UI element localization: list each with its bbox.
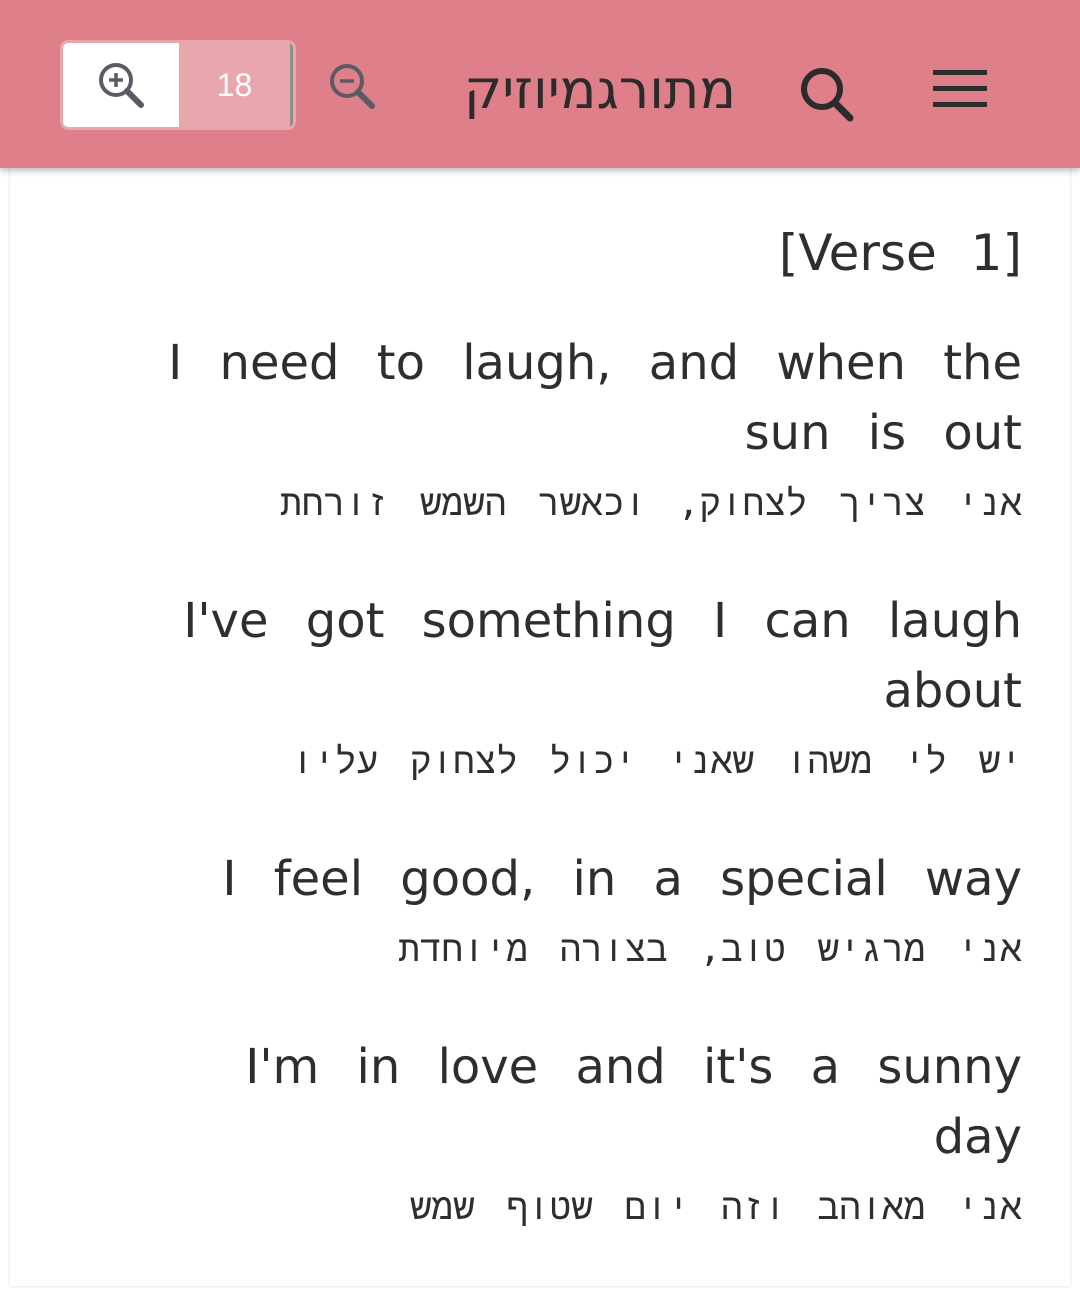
top-app-bar: מתורגמיוזיק 18: [0, 0, 1080, 168]
zoom-out-button[interactable]: [318, 52, 388, 122]
lyric-line-translation: יש לי משהו שאני יכול לצחוק עליו: [291, 741, 1022, 782]
font-size-value: 18: [179, 43, 293, 127]
zoom-control: 18: [60, 40, 296, 130]
search-button[interactable]: [790, 55, 870, 135]
zoom-in-icon: [99, 63, 144, 108]
menu-icon-bar: [933, 101, 987, 107]
lyric-line-original: I've got something I can laugh about: [183, 593, 1022, 719]
lyric-line-original: I need to laugh, and when the sun is out: [168, 335, 1022, 461]
lyric-line-translation: אני מרגיש טוב, בצורה מיוחדת: [398, 929, 1022, 970]
menu-icon-bar: [933, 69, 987, 75]
zoom-out-icon: [330, 64, 375, 109]
site-title[interactable]: מתורגמיוזיק: [440, 50, 760, 130]
lyric-line-translation: אני מאוהב וזה יום שטוף שמש: [409, 1187, 1022, 1228]
search-icon: [801, 68, 854, 122]
lyrics-body: [Verse 1] I need to laugh, and when the …: [120, 218, 1022, 1290]
hamburger-menu-button[interactable]: [918, 52, 1002, 124]
lyrics-card: [Verse 1] I need to laugh, and when the …: [10, 168, 1070, 1286]
lyric-line-original: I feel good, in a special way: [222, 851, 1022, 907]
lyric-line-original: I'm in love and it's a sunny day: [245, 1039, 1022, 1165]
lyric-line-translation: אני צריך לצחוק, וכאשר השמש זורחת: [280, 483, 1022, 524]
section-label: [Verse 1]: [778, 224, 1022, 282]
menu-icon-bar: [933, 85, 987, 91]
zoom-in-button[interactable]: [63, 43, 179, 127]
